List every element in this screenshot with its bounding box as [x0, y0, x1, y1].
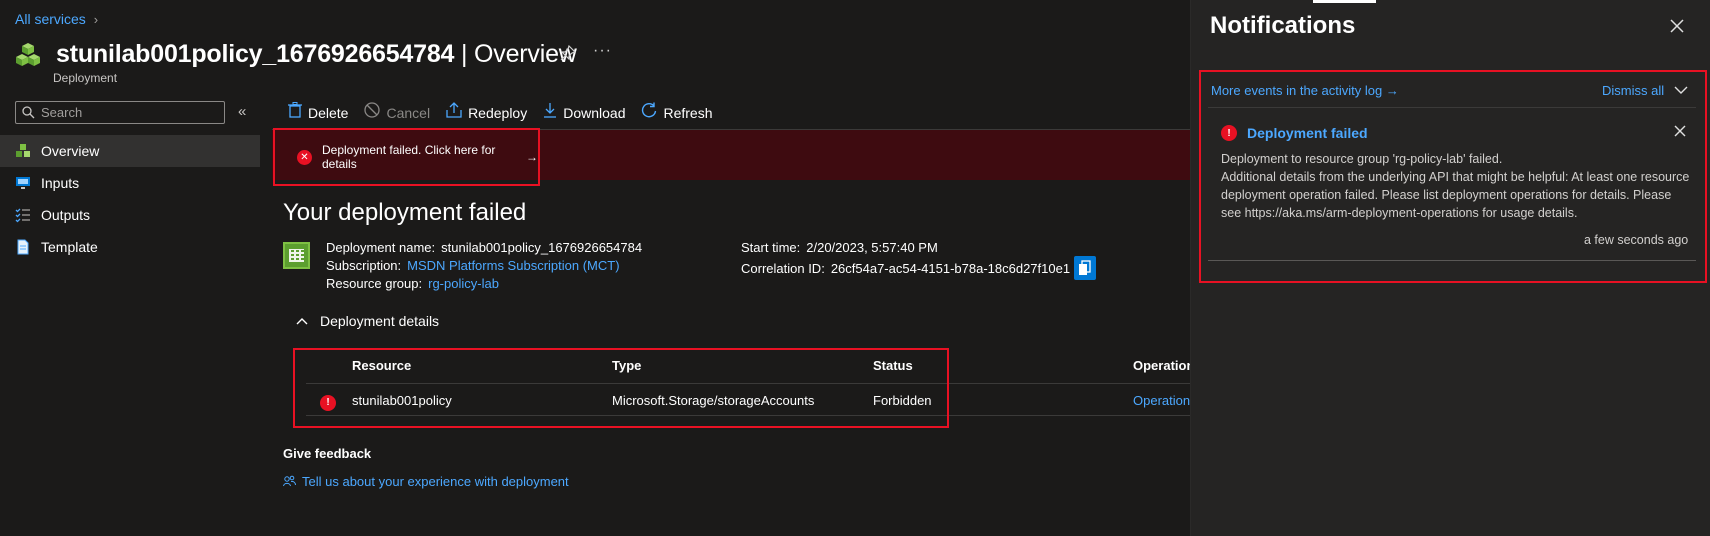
redeploy-label: Redeploy: [468, 104, 528, 121]
deployment-failed-banner[interactable]: ✕ Deployment failed. Click here for deta…: [273, 128, 540, 186]
cubes-icon: [15, 143, 31, 159]
subscription-label: Subscription:: [326, 258, 402, 273]
cell-operation-link[interactable]: Operation: [1133, 393, 1190, 408]
refresh-label: Refresh: [663, 104, 713, 121]
sidebar-item-inputs[interactable]: Inputs: [0, 167, 260, 199]
error-x-icon: ✕: [297, 149, 312, 165]
start-time-value: 2/20/2023, 5:57:40 PM: [806, 240, 938, 255]
sidebar-item-label: Overview: [41, 143, 100, 159]
notification-highlight-box: [1199, 70, 1707, 283]
checklist-icon: [15, 207, 31, 223]
chevron-right-icon: ›: [93, 11, 99, 27]
document-icon: [15, 239, 31, 255]
deployment-details-toggle[interactable]: Deployment details: [296, 313, 439, 329]
deployment-name-label: Deployment name:: [326, 240, 436, 255]
refresh-icon: [641, 102, 657, 123]
start-time-label: Start time:: [741, 240, 801, 255]
notifications-title: Notifications: [1210, 12, 1356, 39]
more-options-icon[interactable]: ···: [593, 42, 612, 60]
correlation-id-value: 26cf54a7-ac54-4151-b78a-18c6d27f10e1: [830, 261, 1071, 276]
sidebar-item-template[interactable]: Template: [0, 231, 260, 263]
sidebar-item-overview[interactable]: Overview: [0, 135, 260, 167]
cancel-button[interactable]: Cancel: [364, 102, 430, 123]
table-highlight-box: [293, 348, 949, 428]
banner-text: Deployment failed. Click here for detail…: [322, 143, 496, 171]
deployment-name-value: stunilab001policy_1676926654784: [441, 240, 643, 255]
sidebar-item-label: Template: [41, 239, 98, 255]
pin-icon[interactable]: [560, 44, 577, 66]
cancel-label: Cancel: [386, 104, 431, 121]
subscription-link[interactable]: MSDN Platforms Subscription (MCT): [407, 258, 619, 273]
close-icon[interactable]: [1669, 14, 1685, 40]
sidebar-nav: Overview Inputs Outputs Template: [0, 135, 260, 263]
sidebar-item-label: Outputs: [41, 207, 91, 223]
redeploy-button[interactable]: Redeploy: [446, 102, 527, 123]
sidebar-item-outputs[interactable]: Outputs: [0, 199, 260, 231]
command-toolbar: Delete Cancel Redeploy Download Refresh: [288, 102, 729, 123]
correlation-id-label: Correlation ID:: [741, 261, 825, 276]
deployment-grid-icon: [283, 242, 310, 269]
panel-active-indicator: [1313, 0, 1376, 3]
refresh-button[interactable]: Refresh: [641, 102, 713, 123]
search-icon: [22, 106, 35, 119]
download-button[interactable]: Download: [543, 102, 625, 123]
resource-group-link[interactable]: rg-policy-lab: [428, 276, 499, 291]
feedback-link-row[interactable]: Tell us about your experience with deplo…: [283, 474, 569, 489]
cancel-icon: [364, 102, 381, 123]
resource-group-label: Resource group:: [326, 276, 423, 291]
collapse-sidebar-icon[interactable]: «: [238, 103, 246, 120]
give-feedback-heading: Give feedback: [283, 446, 372, 461]
feedback-link[interactable]: Tell us about your experience with deplo…: [302, 474, 569, 489]
deployment-details-heading: Deployment details: [320, 313, 440, 329]
page-title-main: stunilab001policy_1676926654784: [56, 40, 455, 68]
sidebar-item-label: Inputs: [41, 175, 80, 191]
people-icon: [283, 475, 296, 487]
search-placeholder: Search: [41, 105, 83, 120]
page-title: stunilab001policy_1676926654784 | Overvi…: [56, 40, 577, 69]
deployment-failed-heading: Your deployment failed: [283, 199, 527, 226]
upload-icon: [446, 102, 462, 123]
page-subtitle: Deployment: [53, 71, 118, 85]
chevron-up-icon: [296, 318, 308, 325]
copy-icon[interactable]: [1074, 256, 1096, 280]
delete-label: Delete: [308, 104, 349, 121]
page-header: stunilab001policy_1676926654784 | Overvi…: [14, 40, 577, 69]
breadcrumb: All services ›: [15, 11, 98, 27]
deployment-info-right: Start time: 2/20/2023, 5:57:40 PM Correla…: [741, 239, 1070, 278]
search-input[interactable]: Search: [15, 101, 225, 124]
delete-button[interactable]: Delete: [288, 102, 348, 123]
download-label: Download: [563, 104, 626, 121]
arrow-right-icon: →: [526, 150, 538, 164]
monitor-icon: [15, 175, 31, 191]
download-icon: [543, 102, 557, 123]
page-title-separator: |: [454, 40, 475, 68]
deployment-info-left: Deployment name: stunilab001policy_167692…: [326, 239, 642, 293]
trash-icon: [288, 102, 302, 123]
column-header-operation: Operation: [1133, 358, 1190, 373]
deployment-cubes-icon: [16, 42, 40, 66]
breadcrumb-all-services[interactable]: All services: [15, 11, 86, 27]
